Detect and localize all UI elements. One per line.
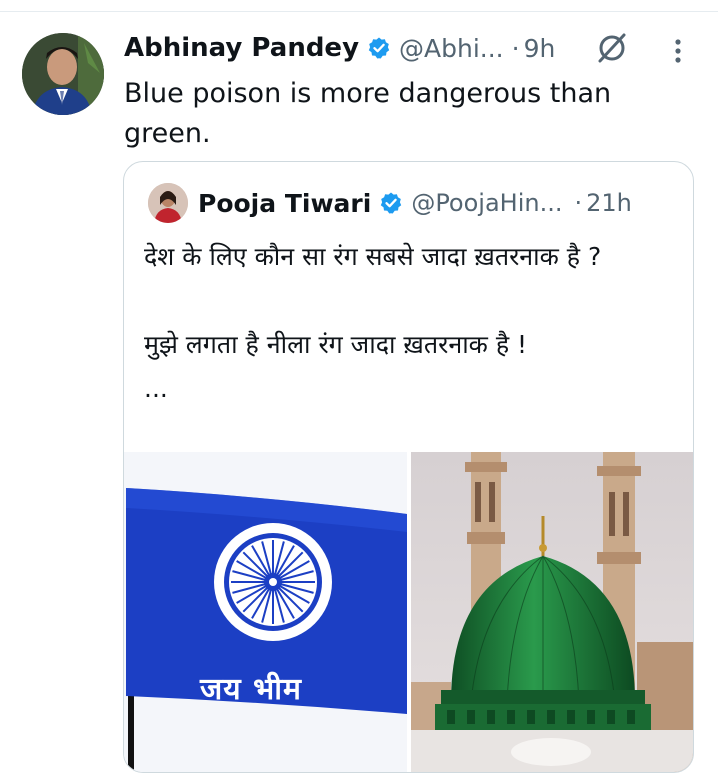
flag-caption: जय भीम — [200, 672, 302, 707]
verified-badge-icon — [367, 36, 391, 60]
quoted-author-name[interactable]: Pooja Tiwari — [198, 189, 371, 218]
author-avatar[interactable] — [22, 33, 104, 115]
quoted-author-avatar[interactable] — [148, 183, 188, 223]
top-divider — [0, 11, 718, 12]
author-name[interactable]: Abhinay Pandey — [124, 33, 359, 63]
quoted-media: जय भीम — [124, 452, 693, 772]
tweet-time[interactable]: 9h — [524, 34, 556, 63]
flag-image[interactable]: जय भीम — [124, 452, 407, 772]
more-options-icon[interactable] — [666, 34, 690, 68]
quoted-tweet-header: Pooja Tiwari @PoojaHin... · 21h — [198, 182, 632, 224]
grok-icon[interactable] — [595, 31, 629, 65]
tweet-header: Abhinay Pandey @Abhi... · 9h — [124, 26, 555, 70]
tweet-text: Blue poison is more dangerous than green… — [124, 78, 612, 149]
quoted-verified-badge-icon — [379, 191, 403, 215]
quoted-separator-dot: · — [574, 189, 583, 217]
quoted-author-handle[interactable]: @PoojaHin... — [411, 189, 562, 217]
quoted-tweet-text: देश के लिए कौन सा रंग सबसे जादा ख़तरनाक … — [144, 242, 602, 403]
quoted-tweet-time[interactable]: 21h — [586, 189, 632, 217]
quoted-tweet-card[interactable]: Pooja Tiwari @PoojaHin... · 21h देश के ल… — [123, 161, 694, 773]
separator-dot: · — [511, 33, 520, 63]
author-handle[interactable]: @Abhi... — [399, 34, 504, 63]
green-dome-image[interactable] — [411, 452, 693, 772]
